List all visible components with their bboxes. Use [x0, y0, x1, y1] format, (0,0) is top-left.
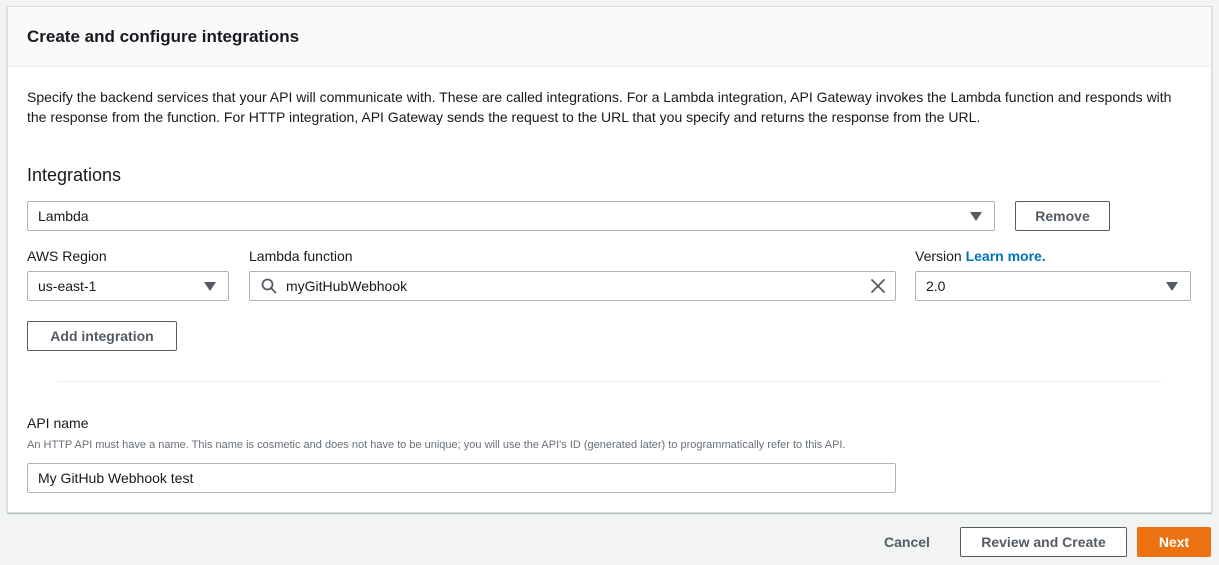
caret-down-icon [1166, 282, 1178, 291]
integration-type-select[interactable]: Lambda [27, 201, 995, 231]
version-label: Version Learn more. [915, 248, 1046, 264]
api-name-input[interactable]: My GitHub Webhook test [27, 463, 896, 493]
cancel-button[interactable]: Cancel [884, 534, 930, 550]
next-button[interactable]: Next [1137, 527, 1211, 557]
api-name-label: API name [27, 415, 89, 431]
caret-down-icon [970, 212, 982, 221]
integration-type-value: Lambda [38, 208, 89, 224]
region-value: us-east-1 [38, 278, 97, 294]
integrations-heading: Integrations [27, 165, 122, 185]
card-description: Specify the backend services that your A… [27, 89, 1172, 125]
close-icon[interactable] [870, 278, 886, 299]
integrations-card: Create and configure integrations Specif… [7, 6, 1212, 513]
learn-more-link[interactable]: Learn more. [966, 248, 1046, 264]
region-label: AWS Region [27, 248, 107, 264]
search-icon [261, 278, 277, 299]
review-and-create-button[interactable]: Review and Create [960, 527, 1127, 557]
card-title: Create and configure integrations [27, 27, 300, 46]
divider [57, 381, 1162, 382]
api-name-help: An HTTP API must have a name. This name … [27, 439, 846, 451]
caret-down-icon [204, 282, 216, 291]
lambda-function-value: myGitHubWebhook [286, 278, 408, 294]
add-integration-button[interactable]: Add integration [27, 321, 177, 351]
version-label-text: Version [915, 248, 962, 264]
region-select[interactable]: us-east-1 [27, 271, 229, 301]
version-select[interactable]: 2.0 [915, 271, 1191, 301]
lambda-function-label: Lambda function [249, 248, 353, 264]
remove-button[interactable]: Remove [1015, 201, 1110, 231]
card-header: Create and configure integrations [8, 7, 1211, 67]
version-value: 2.0 [926, 278, 946, 294]
lambda-function-search[interactable]: myGitHubWebhook [249, 271, 896, 301]
